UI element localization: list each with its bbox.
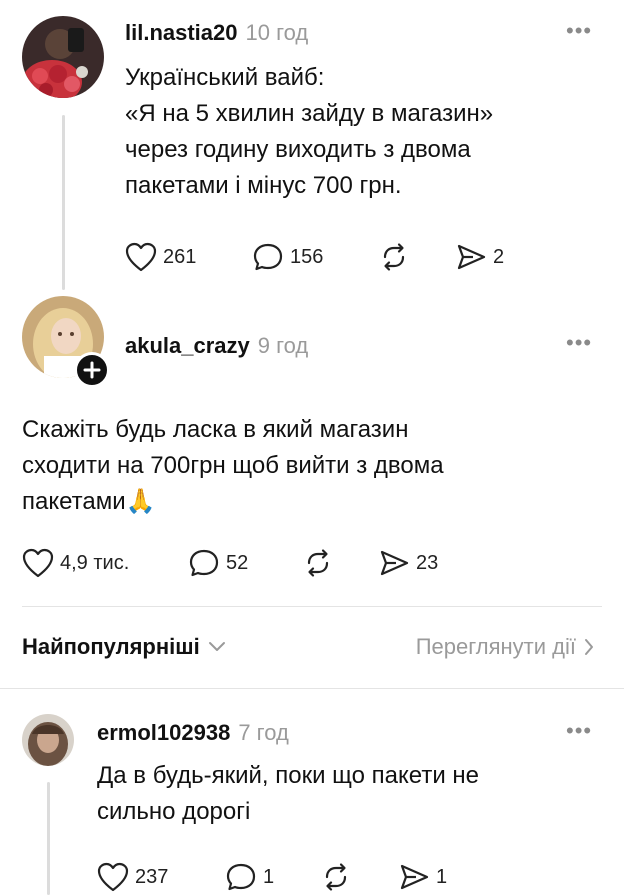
avatar-lil-nastia20[interactable] xyxy=(22,16,104,98)
view-activity-link[interactable]: Переглянути дії xyxy=(416,634,594,660)
comment-bubble-icon xyxy=(189,549,219,577)
share-count: 2 xyxy=(493,245,505,268)
like-button[interactable]: 261 xyxy=(125,242,196,272)
comment-button[interactable]: 156 xyxy=(252,242,323,272)
comment-count: 1 xyxy=(263,865,275,888)
comment-bubble-icon xyxy=(226,863,256,891)
post-header: akula_crazy 9 год xyxy=(125,333,308,359)
sort-label: Найпопулярніші xyxy=(22,634,200,659)
more-options-icon[interactable]: ••• xyxy=(566,718,592,744)
send-icon xyxy=(380,550,409,576)
send-icon xyxy=(457,244,486,270)
repost-button[interactable] xyxy=(378,242,410,272)
avatar-ermol102938[interactable] xyxy=(22,714,74,766)
like-count: 237 xyxy=(135,865,169,888)
share-count: 23 xyxy=(416,551,439,574)
share-button[interactable]: 2 xyxy=(455,242,504,272)
reply-header: ermol102938 7 год xyxy=(97,720,289,746)
repost-button[interactable] xyxy=(320,862,352,892)
share-count: 1 xyxy=(436,865,448,888)
repost-icon xyxy=(383,243,405,271)
post-text: Скажіть будь ласка в який магазин сходит… xyxy=(22,416,444,515)
divider xyxy=(0,688,624,689)
post-time: 10 год xyxy=(245,20,309,45)
avatar-image xyxy=(22,714,74,766)
repost-icon xyxy=(325,863,347,891)
comment-count: 52 xyxy=(226,551,249,574)
username[interactable]: ermol102938 xyxy=(97,720,230,745)
like-count: 261 xyxy=(163,245,197,268)
avatar-image xyxy=(22,16,104,98)
view-activity-label: Переглянути дії xyxy=(415,634,576,659)
username[interactable]: lil.nastia20 xyxy=(125,20,238,45)
thread-line xyxy=(47,782,50,895)
heart-icon xyxy=(22,548,54,578)
repost-button[interactable] xyxy=(302,548,334,578)
like-count: 4,9 тис. xyxy=(60,551,130,574)
reply-time: 7 год xyxy=(238,720,289,745)
comment-button[interactable]: 52 xyxy=(188,548,248,578)
post-header: lil.nastia20 10 год xyxy=(125,20,308,46)
comment-count: 156 xyxy=(290,245,324,268)
follow-button[interactable] xyxy=(74,352,110,388)
username[interactable]: akula_crazy xyxy=(125,333,250,358)
plus-icon xyxy=(83,361,101,379)
more-options-icon[interactable]: ••• xyxy=(566,330,592,356)
comment-bubble-icon xyxy=(253,243,283,271)
heart-icon xyxy=(97,862,129,892)
sort-dropdown[interactable]: Найпопулярніші xyxy=(22,634,226,660)
reply-text: Да в будь-який, поки що пакети не сильно… xyxy=(97,762,479,825)
post-text: Український вайб: «Я на 5 хвилин зайду в… xyxy=(125,64,494,199)
divider xyxy=(22,606,602,607)
repost-icon xyxy=(307,549,329,577)
send-icon xyxy=(400,864,429,890)
post-time: 9 год xyxy=(257,333,309,358)
thread-line xyxy=(62,115,65,290)
like-button[interactable]: 237 xyxy=(97,862,168,892)
heart-icon xyxy=(125,242,157,272)
comment-button[interactable]: 1 xyxy=(225,862,274,892)
share-button[interactable]: 23 xyxy=(378,548,438,578)
like-button[interactable]: 4,9 тис. xyxy=(22,548,129,578)
more-options-icon[interactable]: ••• xyxy=(566,18,592,44)
share-button[interactable]: 1 xyxy=(398,862,447,892)
chevron-right-icon xyxy=(585,639,593,655)
chevron-down-icon xyxy=(208,642,225,651)
